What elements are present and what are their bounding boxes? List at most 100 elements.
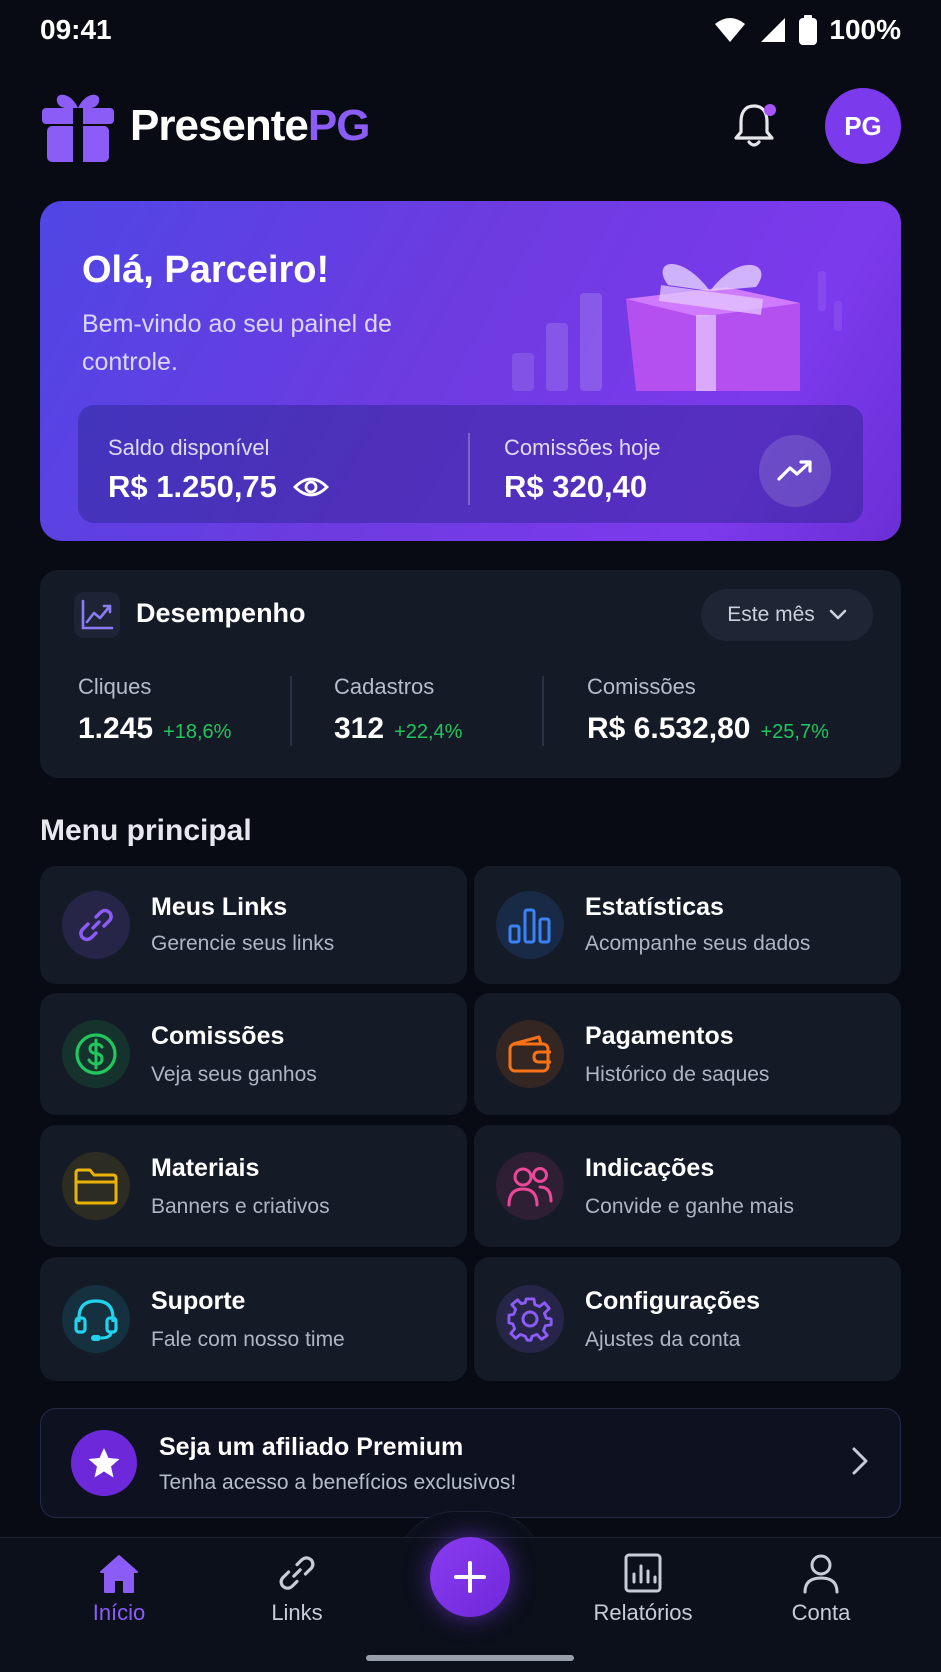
menu-title: Menu principal — [40, 814, 252, 847]
trending-up-icon — [777, 460, 812, 481]
report-icon — [624, 1553, 662, 1593]
stat-delta: +25,7% — [760, 721, 829, 743]
premium-subtitle: Tenha acesso a benefícios exclusivos! — [159, 1471, 517, 1494]
today-commission-label: Comissões hoje — [504, 435, 661, 460]
menu-item-indicacoes[interactable]: Indicações Convide e ganhe mais — [474, 1125, 901, 1247]
menu-item-desc: Acompanhe seus dados — [585, 932, 811, 955]
menu-item-desc: Ajustes da conta — [585, 1328, 741, 1351]
menu-icon-wrap — [496, 1020, 564, 1088]
app-header: PresentePG PG — [40, 86, 901, 166]
app-logo[interactable]: PresentePG — [40, 88, 371, 164]
stat-signups: Cadastros 312 +22,4% — [334, 674, 462, 746]
notifications-button[interactable] — [732, 102, 780, 150]
nav-item-relatorios[interactable]: Relatórios — [573, 1552, 713, 1626]
menu-icon-wrap — [62, 891, 130, 959]
battery-percentage: 100% — [829, 14, 901, 45]
eye-icon[interactable] — [292, 475, 329, 499]
menu-item-label: Pagamentos — [585, 1022, 734, 1050]
menu-item-desc: Gerencie seus links — [151, 932, 335, 955]
gear-icon — [507, 1297, 553, 1342]
stat-value: R$ 6.532,80 — [587, 712, 751, 745]
menu-item-label: Suporte — [151, 1287, 246, 1315]
menu-item-label: Indicações — [585, 1154, 715, 1182]
folder-icon — [74, 1168, 118, 1205]
menu-item-desc: Banners e criativos — [151, 1195, 330, 1218]
balance-divider — [468, 433, 470, 505]
premium-title: Seja um afiliado Premium — [159, 1433, 464, 1461]
stat-divider — [542, 676, 544, 746]
line-chart-icon — [81, 599, 114, 630]
balance-label: Saldo disponível — [108, 435, 270, 460]
menu-item-label: Estatísticas — [585, 893, 724, 921]
menu-item-pagamentos[interactable]: Pagamentos Histórico de saques — [474, 993, 901, 1115]
status-bar: 09:41 100% — [0, 0, 941, 64]
greeting-subtitle: Bem-vindo ao seu painel de controle. — [82, 310, 392, 376]
add-button[interactable] — [430, 1537, 510, 1617]
menu-icon-wrap — [62, 1152, 130, 1220]
user-icon — [803, 1554, 839, 1594]
stat-clicks: Cliques 1.245 +18,6% — [78, 674, 231, 746]
stat-label: Cadastros — [334, 674, 435, 699]
star-icon — [88, 1448, 120, 1478]
menu-item-desc: Histórico de saques — [585, 1063, 770, 1086]
nav-item-label: Início — [92, 1600, 146, 1625]
performance-card: Desempenho Este mês Cliques 1.245 +18,6%… — [40, 570, 901, 778]
performance-title: Desempenho — [136, 598, 306, 628]
stat-value: 312 — [334, 712, 385, 745]
headset-icon — [74, 1299, 118, 1341]
chevron-right-icon — [852, 1447, 868, 1475]
gift-illustration — [512, 263, 842, 391]
plus-icon — [454, 1561, 486, 1593]
menu-icon-wrap — [62, 1020, 130, 1088]
stat-divider — [290, 676, 292, 746]
menu-item-label: Configurações — [585, 1287, 761, 1315]
balance-value-row: R$ 1.250,75 — [108, 469, 329, 505]
stat-delta: +22,4% — [394, 721, 463, 743]
period-select-value: Este mês — [727, 603, 815, 626]
link-icon — [279, 1556, 315, 1590]
nav-item-inicio[interactable]: Início — [49, 1552, 189, 1626]
chevron-down-icon — [829, 609, 847, 620]
trend-button[interactable] — [759, 435, 831, 507]
menu-item-desc: Convide e ganhe mais — [585, 1195, 794, 1218]
gift-logo-icon — [42, 94, 114, 162]
avatar[interactable]: PG — [825, 88, 901, 164]
premium-star-wrap — [71, 1430, 137, 1496]
status-time: 09:41 — [40, 14, 112, 45]
wallet-icon — [508, 1035, 551, 1073]
nav-item-label: Conta — [791, 1600, 851, 1625]
nav-item-links[interactable]: Links — [227, 1552, 367, 1626]
menu-icon-wrap — [496, 1152, 564, 1220]
menu-item-estatisticas[interactable]: Estatísticas Acompanhe seus dados — [474, 866, 901, 984]
menu-item-label: Comissões — [151, 1022, 285, 1050]
nav-item-label: Links — [271, 1600, 323, 1625]
menu-item-configuracoes[interactable]: Configurações Ajustes da conta — [474, 1257, 901, 1381]
logo-text: PresentePG — [130, 101, 371, 151]
users-icon — [507, 1167, 553, 1207]
period-select[interactable]: Este mês — [701, 589, 873, 641]
menu-item-desc: Veja seus ganhos — [151, 1063, 317, 1086]
home-indicator[interactable] — [366, 1655, 574, 1661]
performance-icon-wrap — [74, 592, 120, 638]
menu-icon-wrap — [62, 1285, 130, 1353]
dollar-icon — [75, 1033, 117, 1075]
stat-label: Comissões — [587, 674, 696, 699]
stat-delta: +18,6% — [163, 721, 232, 743]
balance-value: R$ 1.250,75 — [108, 469, 277, 504]
today-commission-value: R$ 320,40 — [504, 469, 648, 504]
balance-panel: Saldo disponível R$ 1.250,75 Comissões h… — [78, 405, 863, 523]
nav-item-label: Relatórios — [593, 1600, 693, 1625]
menu-item-label: Materiais — [151, 1154, 260, 1182]
stat-value: 1.245 — [78, 712, 154, 745]
menu-item-comissoes[interactable]: Comissões Veja seus ganhos — [40, 993, 467, 1115]
menu-item-meus-links[interactable]: Meus Links Gerencie seus links — [40, 866, 467, 984]
menu-icon-wrap — [496, 1285, 564, 1353]
menu-item-suporte[interactable]: Suporte Fale com nosso time — [40, 1257, 467, 1381]
notification-badge — [764, 104, 776, 116]
logo-text-accent: PG — [307, 101, 371, 150]
menu-item-label: Meus Links — [151, 893, 288, 921]
nav-item-conta[interactable]: Conta — [751, 1552, 891, 1626]
premium-banner[interactable]: Seja um afiliado Premium Tenha acesso a … — [40, 1408, 901, 1518]
home-icon — [100, 1555, 138, 1593]
menu-item-materiais[interactable]: Materiais Banners e criativos — [40, 1125, 467, 1247]
